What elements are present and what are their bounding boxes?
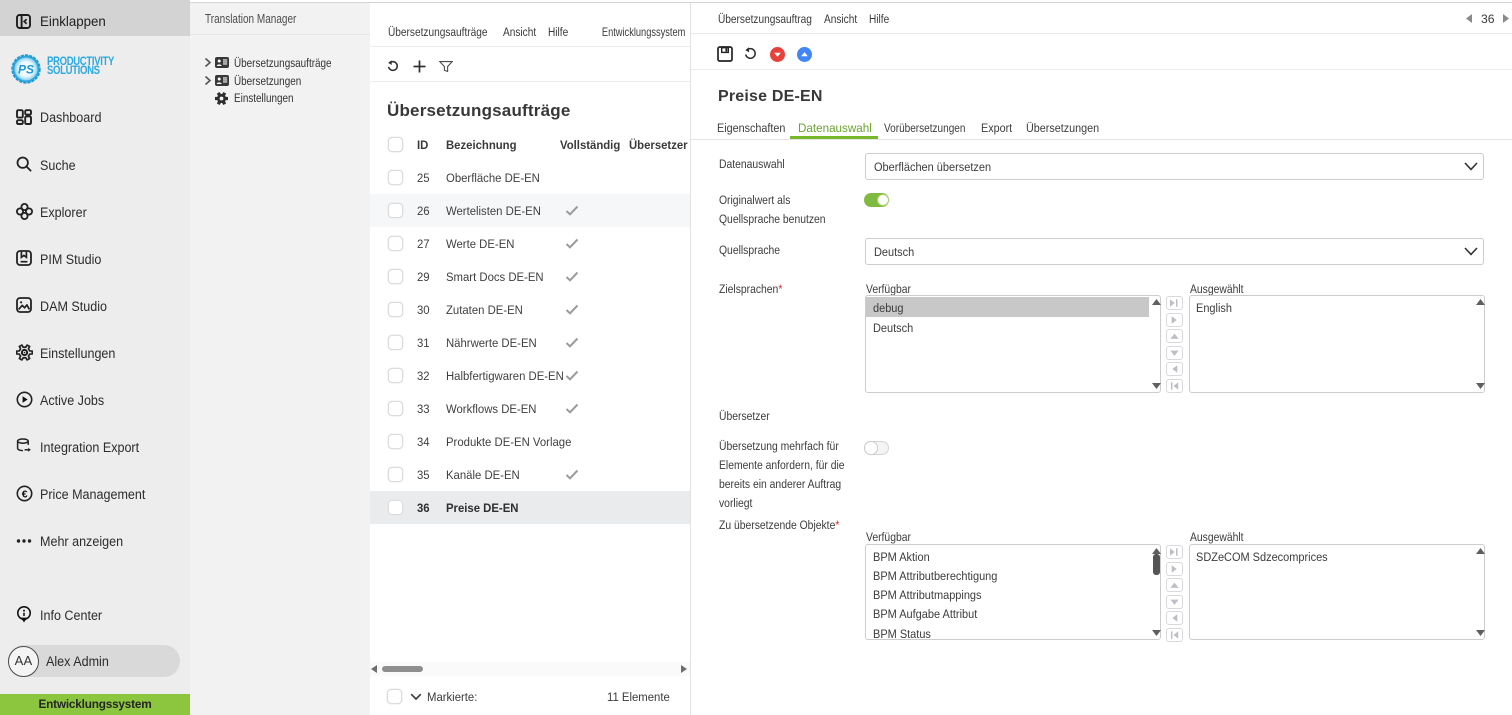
svg-text:PS: PS: [18, 62, 34, 76]
svg-text:€: €: [22, 488, 28, 500]
